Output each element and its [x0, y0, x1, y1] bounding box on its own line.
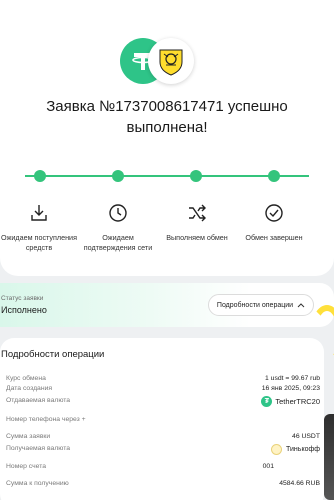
progress-line [25, 175, 309, 177]
operation-details-button[interactable]: Подробности операции [208, 294, 314, 316]
amount-label: Сумма заявки [6, 433, 51, 440]
chevron-up-icon [297, 303, 305, 308]
receive-currency-value: Тинькофф [271, 444, 320, 455]
step-awaiting-funds: Ожидаем поступления средств [0, 203, 81, 253]
created-value: 16 янв 2025, 09:23 [261, 385, 320, 392]
rate-label: Курс обмена [6, 375, 46, 382]
progress-dot [34, 170, 46, 182]
account-value: 001 [262, 463, 274, 470]
receive-currency-label: Получаемая валюта [6, 445, 71, 452]
step-completed: Обмен завершен [232, 203, 316, 243]
progress-dot [268, 170, 280, 182]
give-currency-value: ₮ TetherTRC20 [261, 395, 320, 407]
amount-value: 46 USDT [292, 433, 320, 440]
rate-value: 1 usdt = 99.67 rub [265, 375, 320, 382]
currency-logos [120, 38, 200, 86]
account-label: Номер счета [6, 463, 47, 470]
phone-label: Номер телефона через + [6, 416, 86, 423]
tinkoff-icon [148, 38, 194, 84]
tinkoff-icon [271, 444, 283, 455]
receive-currency-text: Тинькофф [286, 446, 320, 453]
order-success-title: Заявка №1737008617471 успешно выполнена! [46, 98, 288, 136]
tether-icon: ₮ [261, 395, 273, 407]
step-exchanging: Выполняем обмен [155, 203, 239, 243]
to-receive-label: Сумма к получению [6, 480, 69, 487]
details-button-label: Подробности операции [216, 301, 294, 309]
decorative-edge [324, 414, 334, 500]
step-label: Выполняем обмен [166, 233, 228, 242]
download-icon [0, 203, 81, 225]
details-title: Подробности операции [1, 349, 105, 360]
check-circle-icon [232, 203, 316, 225]
clock-icon [76, 203, 160, 225]
give-currency-label: Отдаваемая валюта [6, 397, 71, 404]
step-label: Обмен завершен [245, 233, 303, 242]
progress-dot [112, 170, 124, 182]
shuffle-icon [155, 203, 239, 225]
progress-dot [190, 170, 202, 182]
created-label: Дата создания [6, 385, 53, 392]
status-value: Исполнено [1, 305, 47, 315]
status-label: Статус заявки [1, 295, 44, 302]
step-awaiting-network: Ожидаем подтверждения сети [76, 203, 160, 253]
to-receive-value: 4584.66 RUB [279, 480, 320, 487]
step-label: Ожидаем поступления средств [1, 233, 77, 252]
step-label: Ожидаем подтверждения сети [83, 233, 153, 252]
give-currency-text: TetherTRC20 [275, 396, 320, 406]
